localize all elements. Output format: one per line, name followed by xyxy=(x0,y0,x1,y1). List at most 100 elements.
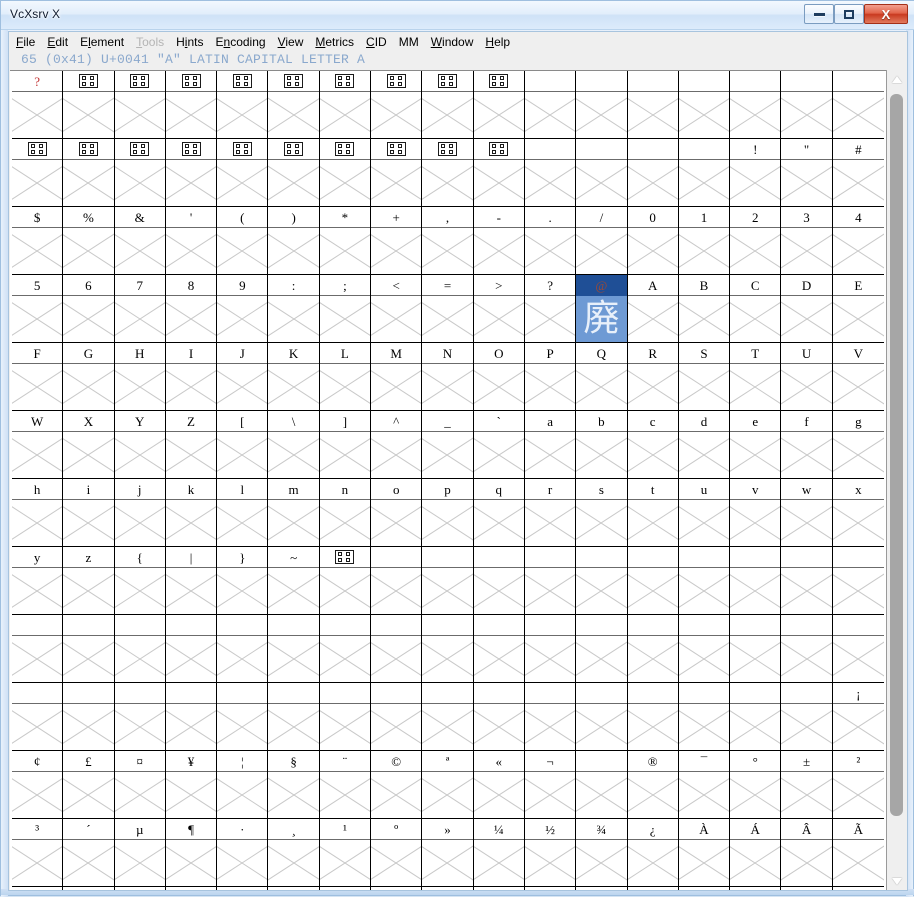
glyph-cell[interactable]: [ xyxy=(217,411,269,478)
glyph-cell[interactable] xyxy=(319,683,372,750)
glyph-cell[interactable]: z xyxy=(63,547,115,614)
glyph-cell[interactable] xyxy=(422,683,474,750)
glyph-cell[interactable] xyxy=(114,139,166,206)
glyph-cell[interactable]: Ð xyxy=(627,887,679,890)
glyph-cell[interactable]: Å xyxy=(63,887,115,890)
glyph-cell[interactable]: W xyxy=(12,411,64,478)
menu-file[interactable]: File xyxy=(16,35,35,49)
glyph-cell[interactable]: ¢ xyxy=(12,751,64,818)
glyph-cell[interactable]: 8 xyxy=(165,275,218,342)
glyph-cell[interactable]: D xyxy=(781,275,833,342)
glyph-cell[interactable]: ¡ xyxy=(832,683,884,750)
glyph-cell[interactable] xyxy=(678,547,731,614)
glyph-cell[interactable]: b xyxy=(576,411,628,478)
glyph-cell[interactable] xyxy=(422,71,474,138)
glyph-cell[interactable]: y xyxy=(12,547,64,614)
glyph-cell[interactable] xyxy=(12,683,64,750)
glyph-cell[interactable]: ¾ xyxy=(576,819,628,886)
glyph-cell[interactable]: g xyxy=(832,411,884,478)
glyph-cell[interactable]: ¤ xyxy=(114,751,166,818)
menu-element[interactable]: Element xyxy=(80,35,124,49)
glyph-cell[interactable]: 1 xyxy=(678,207,731,274)
glyph-cell[interactable]: ' xyxy=(165,207,218,274)
glyph-cell[interactable]: P xyxy=(524,343,577,410)
glyph-cell[interactable]: f xyxy=(781,411,833,478)
menu-edit[interactable]: Edit xyxy=(47,35,68,49)
glyph-cell[interactable] xyxy=(114,683,166,750)
glyph-cell[interactable]: + xyxy=(371,207,423,274)
glyph-cell[interactable]: \ xyxy=(268,411,320,478)
glyph-cell[interactable]: V xyxy=(832,343,884,410)
glyph-cell[interactable] xyxy=(576,615,628,682)
glyph-cell[interactable]: _ xyxy=(422,411,474,478)
glyph-cell[interactable]: , xyxy=(422,207,474,274)
glyph-cell[interactable] xyxy=(576,139,628,206)
glyph-cell[interactable] xyxy=(371,71,423,138)
glyph-cell[interactable]: Ï xyxy=(576,887,628,890)
glyph-cell[interactable]: ³ xyxy=(12,819,64,886)
glyph-cell[interactable] xyxy=(165,139,218,206)
glyph-cell[interactable]: h xyxy=(12,479,64,546)
glyph-cell[interactable] xyxy=(473,547,525,614)
glyph-cell[interactable]: L xyxy=(319,343,372,410)
glyph-cell[interactable]: & xyxy=(114,207,166,274)
glyph-cell[interactable]: # xyxy=(832,139,884,206)
glyph-cell[interactable] xyxy=(678,615,731,682)
glyph-cell[interactable]: Ê xyxy=(319,887,372,890)
glyph-cell[interactable] xyxy=(371,139,423,206)
glyph-cell[interactable]: | xyxy=(165,547,218,614)
glyph-cell[interactable] xyxy=(832,547,884,614)
glyph-cell[interactable]: Í xyxy=(473,887,525,890)
glyph-cell[interactable]: T xyxy=(730,343,782,410)
glyph-cell[interactable] xyxy=(524,547,577,614)
glyph-cell[interactable]: ­ xyxy=(576,751,628,818)
glyph-cell[interactable]: ¸ xyxy=(268,819,320,886)
glyph-cell[interactable] xyxy=(473,139,525,206)
glyph-cell[interactable]: C xyxy=(730,275,782,342)
menu-window[interactable]: Window xyxy=(431,35,474,49)
glyph-cell[interactable]: - xyxy=(473,207,525,274)
glyph-cell[interactable] xyxy=(524,683,577,750)
glyph-cell[interactable]: > xyxy=(473,275,525,342)
glyph-cell[interactable] xyxy=(63,615,115,682)
glyph-cell[interactable]: s xyxy=(576,479,628,546)
menu-mm[interactable]: MM xyxy=(399,35,419,49)
glyph-cell[interactable] xyxy=(319,139,372,206)
glyph-cell[interactable]: G xyxy=(63,343,115,410)
glyph-cell[interactable]: @ 廃 xyxy=(576,275,628,342)
glyph-cell[interactable]: ® xyxy=(627,751,679,818)
glyph-cell[interactable]: ¹ xyxy=(319,819,372,886)
glyph-cell[interactable]: Y xyxy=(114,411,166,478)
glyph-cell[interactable] xyxy=(422,547,474,614)
glyph-cell[interactable] xyxy=(832,71,884,138)
glyph-cell[interactable]: * xyxy=(319,207,372,274)
glyph-cell[interactable]: A xyxy=(627,275,679,342)
glyph-cell[interactable]: " xyxy=(781,139,833,206)
glyph-cell[interactable]: Ã xyxy=(832,819,884,886)
glyph-cell[interactable]: : xyxy=(268,275,320,342)
glyph-cell[interactable] xyxy=(217,615,269,682)
glyph-cell[interactable]: a xyxy=(524,411,577,478)
glyph-cell[interactable]: n xyxy=(319,479,372,546)
scroll-up-arrow-icon[interactable] xyxy=(888,71,905,87)
glyph-cell[interactable] xyxy=(63,139,115,206)
glyph-cell[interactable] xyxy=(422,139,474,206)
glyph-cell[interactable]: 5 xyxy=(12,275,64,342)
glyph-cell[interactable] xyxy=(217,139,269,206)
glyph-cell[interactable]: E xyxy=(832,275,884,342)
glyph-cell[interactable]: l xyxy=(217,479,269,546)
glyph-cell[interactable]: J xyxy=(217,343,269,410)
glyph-cell[interactable]: ¥ xyxy=(165,751,218,818)
glyph-cell[interactable] xyxy=(627,547,679,614)
glyph-cell[interactable] xyxy=(422,615,474,682)
glyph-cell[interactable] xyxy=(217,683,269,750)
glyph-cell[interactable]: u xyxy=(678,479,731,546)
glyph-cell[interactable]: ¿ xyxy=(627,819,679,886)
glyph-cell[interactable] xyxy=(576,71,628,138)
glyph-cell[interactable]: ; xyxy=(319,275,372,342)
glyph-cell[interactable]: M xyxy=(371,343,423,410)
glyph-cell[interactable] xyxy=(63,683,115,750)
menu-cid[interactable]: CID xyxy=(366,35,387,49)
glyph-cell[interactable]: ) xyxy=(268,207,320,274)
glyph-cell[interactable]: 7 xyxy=(114,275,166,342)
